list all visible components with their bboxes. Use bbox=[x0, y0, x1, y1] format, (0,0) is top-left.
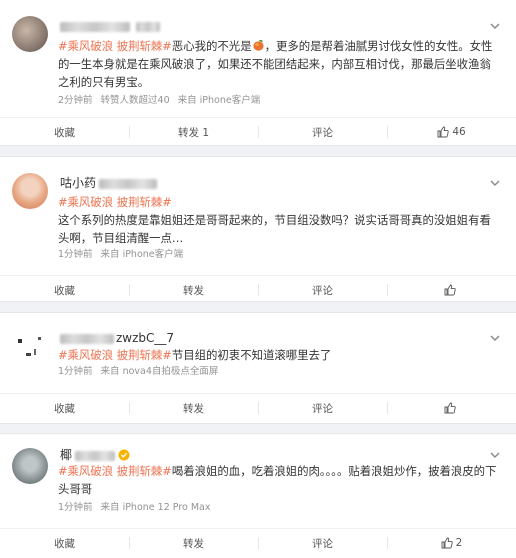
username-text: zwzbC__7 bbox=[116, 331, 175, 345]
username-text: 椰 bbox=[60, 448, 73, 462]
post-time[interactable]: 2分钟前 bbox=[58, 95, 93, 106]
thumbs-up-icon bbox=[441, 537, 453, 549]
chevron-down-icon[interactable] bbox=[488, 331, 502, 345]
thumbs-up-icon bbox=[437, 126, 449, 138]
avatar[interactable] bbox=[12, 173, 48, 209]
source-prefix: 来自 bbox=[100, 249, 120, 260]
post-time[interactable]: 1分钟前 bbox=[58, 502, 93, 513]
post-time[interactable]: 1分钟前 bbox=[58, 249, 93, 260]
repost-button[interactable]: 转发 bbox=[129, 394, 258, 422]
post-meta: 1分钟前 来自 nova4自拍极点全面屏 bbox=[58, 365, 226, 379]
post-text: #乘风破浪 披荆斩棘#喝着浪姐的血，吃着浪姐的肉。。。。贴着浪姐炒作，披着浪皮的… bbox=[58, 464, 497, 496]
like-count: 2 bbox=[455, 537, 463, 549]
source-prefix: 来自 bbox=[100, 502, 120, 513]
favorite-button[interactable]: 收藏 bbox=[0, 276, 129, 304]
like-button[interactable] bbox=[387, 394, 516, 422]
chevron-down-icon[interactable] bbox=[488, 176, 502, 190]
post-meta: 1分钟前 来自 iPhone客户端 bbox=[58, 248, 191, 262]
post-source[interactable]: iPhone 12 Pro Max bbox=[123, 502, 211, 513]
favorite-button[interactable]: 收藏 bbox=[0, 394, 129, 422]
thumbs-up-icon bbox=[444, 284, 456, 296]
repost-button[interactable]: 转发 bbox=[129, 529, 258, 557]
verified-badge-icon bbox=[118, 449, 130, 461]
favorite-button[interactable]: 收藏 bbox=[0, 118, 129, 146]
like-count: 46 bbox=[452, 126, 466, 138]
post-card-4: 椰 #乘风破浪 披荆斩棘#喝着浪姐的血，吃着浪姐的肉。。。。贴着浪姐炒作，披着浪… bbox=[0, 433, 516, 558]
post-time[interactable]: 1分钟前 bbox=[58, 366, 93, 377]
username[interactable]: 咕小药 bbox=[60, 176, 158, 190]
username[interactable]: zwzbC__7 bbox=[60, 331, 174, 345]
comment-button[interactable]: 评论 bbox=[258, 529, 387, 557]
action-bar: 收藏 转发 1 评论 46 bbox=[0, 118, 516, 146]
post-text: #乘风破浪 披荆斩棘#恶心我的不光是 ，更多的是帮着油腻男讨伐女性的女性。女性的一… bbox=[58, 39, 493, 89]
avatar[interactable] bbox=[12, 448, 48, 484]
post-text: #乘风破浪 披荆斩棘#节目组的初衷不知道滚哪里去了 bbox=[58, 348, 332, 362]
comment-button[interactable]: 评论 bbox=[258, 394, 387, 422]
post-text: #乘风破浪 披荆斩棘# 这个系列的热度是靠姐姐还是哥哥起来的，节目组没数吗？说实话… bbox=[58, 195, 491, 245]
comment-button[interactable]: 评论 bbox=[258, 276, 387, 304]
like-button[interactable]: 46 bbox=[387, 118, 516, 146]
username-text: 咕小药 bbox=[60, 176, 97, 190]
like-button[interactable]: 2 bbox=[387, 529, 516, 557]
post-source[interactable]: iPhone客户端 bbox=[123, 249, 184, 260]
repost-button[interactable]: 转发 bbox=[129, 276, 258, 304]
post-card-3: zwzbC__7 #乘风破浪 披荆斩棘#节目组的初衷不知道滚哪里去了 1分钟前来… bbox=[0, 312, 516, 424]
username[interactable]: 椰 bbox=[60, 448, 130, 462]
topic-tag[interactable]: #乘风破浪 披荆斩棘# bbox=[58, 39, 172, 53]
thumbs-up-icon bbox=[444, 402, 456, 414]
action-bar: 收藏 转发 评论 2 bbox=[0, 529, 516, 557]
repost-button[interactable]: 转发 1 bbox=[129, 118, 258, 146]
avatar[interactable] bbox=[12, 329, 48, 365]
post-meta: 2分钟前 转赞人数超过40 来自 iPhone客户端 bbox=[58, 94, 268, 108]
source-prefix: 来自 bbox=[177, 95, 197, 106]
post-meta: 1分钟前 来自 iPhone 12 Pro Max bbox=[58, 501, 219, 515]
mango-emoji bbox=[252, 39, 264, 51]
chevron-down-icon[interactable] bbox=[488, 448, 502, 462]
post-source[interactable]: iPhone客户端 bbox=[200, 95, 261, 106]
favorite-button[interactable]: 收藏 bbox=[0, 529, 129, 557]
avatar[interactable] bbox=[12, 16, 48, 52]
chevron-down-icon[interactable] bbox=[488, 19, 502, 33]
topic-tag[interactable]: #乘风破浪 披荆斩棘# bbox=[58, 195, 172, 209]
post-source[interactable]: nova4自拍极点全面屏 bbox=[123, 366, 219, 377]
action-bar: 收藏 转发 评论 bbox=[0, 394, 516, 422]
like-button[interactable] bbox=[387, 276, 516, 304]
topic-tag[interactable]: #乘风破浪 披荆斩棘# bbox=[58, 464, 172, 478]
post-card-1: #乘风破浪 披荆斩棘#恶心我的不光是 ，更多的是帮着油腻男讨伐女性的女性。女性的一… bbox=[0, 0, 516, 146]
action-bar: 收藏 转发 评论 bbox=[0, 276, 516, 304]
comment-button[interactable]: 评论 bbox=[258, 118, 387, 146]
source-prefix: 来自 bbox=[100, 366, 120, 377]
topic-tag[interactable]: #乘风破浪 披荆斩棘# bbox=[58, 348, 172, 362]
post-card-2: 咕小药 #乘风破浪 披荆斩棘# 这个系列的热度是靠姐姐还是哥哥起来的，节目组没数吗… bbox=[0, 156, 516, 302]
username[interactable] bbox=[60, 19, 160, 33]
post-extra: 转赞人数超过40 bbox=[100, 95, 170, 106]
